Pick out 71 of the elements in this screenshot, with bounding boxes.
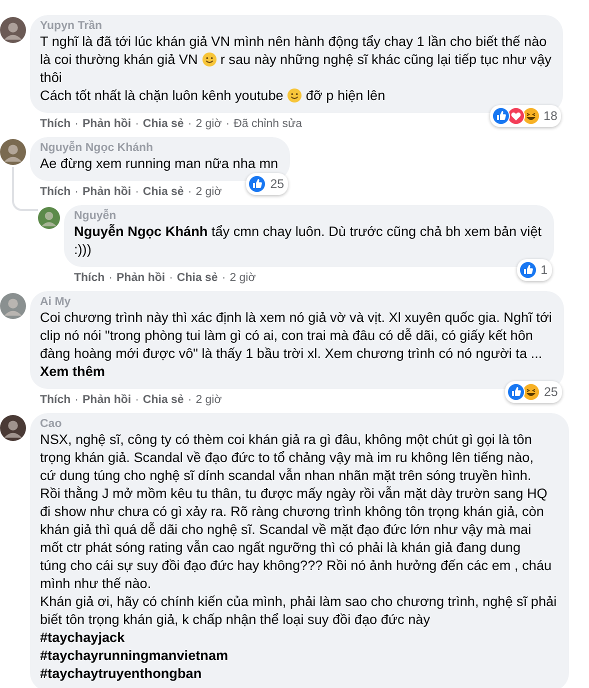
comment-text: là coi thường khán giả VN [40, 52, 199, 67]
separator-dot: · [188, 118, 192, 130]
comment-text: Cách tốt nhất là chặn luôn kênh youtube [40, 88, 284, 103]
comment-meta: Đã chỉnh sửa [234, 118, 302, 130]
separator-dot: · [222, 272, 226, 284]
action-link[interactable]: Chia sẻ [142, 186, 184, 198]
separator-dot: · [74, 394, 79, 406]
comment-meta: 2 giờ [196, 186, 222, 198]
comment-text: đỡ p hiện lên [304, 88, 386, 103]
comment-text: đi show như chưa có gì xảy ra. Rõ ràng chương trình không tôn trọng khán giả, còn [40, 504, 544, 519]
reaction-count: 1 [540, 262, 548, 278]
action-link[interactable]: Phản hồi [82, 394, 132, 406]
comment-text: NSX, nghệ sĩ, công ty có thèm coi khán giả ra gì đâu, không một chút gì gọi là tôn [40, 432, 532, 447]
comment-text: clip nó nói "trong phòng tui làm gì có ai, con trai mà đâu có dễ dãi, có giấy kết hôn [40, 328, 533, 343]
comment-text: khán giả thì quá dễ dãi cho nghệ sĩ. Scandal về mặt đạo đức lớn như vậy mà mai [40, 522, 532, 537]
comment-text: biết tôn trọng khán giả, k chấp nhận thể loại suy đồi đạo đức này [40, 612, 430, 627]
reaction-badge[interactable]: 1 [516, 259, 552, 281]
separator-dot: · [135, 118, 139, 130]
comment-text: mốt ctr phát sóng rating vẫn cao ngất ngưỡng thì có phải là khán giả đang dung [40, 540, 521, 555]
separator-dot: · [108, 272, 113, 284]
comment-meta: 2 giờ [196, 118, 222, 130]
comment-text: Khán giả ơi, hãy có chính kiến của mình, phải làm sao cho chương trình, nghệ sĩ phải [40, 594, 557, 609]
comment-text: đàng hoàng mới được vô" là thấy 1 bầu trời xl. Xem chương trình có nó người ta ... [40, 346, 542, 361]
separator-dot: · [135, 394, 139, 406]
action-link[interactable]: Thích [40, 186, 71, 198]
hashtag-link[interactable]: #taychayjack [40, 630, 125, 645]
see-more-link[interactable]: Xem thêm [40, 364, 105, 379]
action-link[interactable]: Phản hồi [116, 272, 166, 284]
comment-meta: 2 giờ [196, 394, 222, 406]
comment-text: mình như thế nào. [40, 576, 152, 591]
action-link[interactable]: Chia sẻ [176, 272, 218, 284]
comment-text: tẩy cmn chay luôn. Dù trước cũng chả bh xem bản việt [210, 224, 542, 239]
reaction-badge[interactable]: 25 [246, 173, 288, 195]
avatar-icon[interactable] [0, 415, 26, 441]
reaction-count: 25 [270, 176, 284, 192]
comment-text: thôi [40, 70, 62, 85]
separator-dot: · [188, 394, 192, 406]
separator-dot: · [169, 272, 173, 284]
comment-text: trọng khán giả. Scandal về đạo đức to tổ chảng vậy mà im ru không lên tiếng nào, [40, 450, 534, 465]
action-link[interactable]: Phản hồi [82, 118, 132, 130]
mention-link[interactable]: Nguyễn Ngọc Khánh [74, 224, 208, 239]
comment-text: Coi chương trình này thì xác định là xem nó giả vờ và vịt. Xl xuyên quốc gia. Nghĩ tới [40, 310, 552, 325]
comment-text: Rồi thằng J mở mồm kêu tu thân, tu được mấy ngày rồi vẫn mặt dày trườn sang HQ [40, 486, 548, 501]
reaction-badge[interactable]: 25 [504, 381, 562, 403]
avatar-icon[interactable] [0, 17, 26, 43]
comment-text: r sau này những nghệ sĩ khác cũng lại tiếp tục như vậy [219, 52, 552, 67]
comment-text: T nghĩ là đã tới lúc khán giả VN mình nên hành động tẩy chay 1 lần cho biết thế nào [40, 34, 547, 49]
smiley-icon [287, 88, 302, 103]
action-link[interactable]: Thích [74, 272, 105, 284]
action-link[interactable]: Chia sẻ [142, 394, 184, 406]
comment-text: Ae đừng xem running man nữa nha mn [40, 156, 278, 171]
separator-dot: · [226, 118, 230, 130]
comment-meta: 2 giờ [230, 272, 256, 284]
hashtag-link[interactable]: #taychayrunningmanvietnam [40, 648, 228, 663]
action-link[interactable]: Phản hồi [82, 186, 132, 198]
action-link[interactable]: Thích [40, 118, 71, 130]
reaction-count: 18 [544, 108, 558, 124]
separator-dot: · [135, 186, 139, 198]
separator-dot: · [74, 186, 79, 198]
comment-text: túng cho cái sự suy đồi đạo đức hay không??? Rồi nó ảnh hưởng đến các em , cháu [40, 558, 552, 573]
action-link[interactable]: Thích [40, 394, 71, 406]
reaction-count: 25 [544, 384, 558, 400]
hashtag-link[interactable]: #taychaytruyenthongban [40, 666, 202, 681]
separator-dot: · [188, 186, 192, 198]
reaction-badge[interactable]: 18 [490, 105, 562, 127]
avatar-icon[interactable] [0, 139, 26, 165]
smiley-icon [202, 52, 217, 67]
separator-dot: · [74, 118, 79, 130]
comment-text: :))) [74, 242, 92, 257]
comment-text: cứ dung túng cho nghệ sĩ dính scandal vẫn nhan nhãn mặt trên sóng truyền hình. [40, 468, 532, 483]
action-link[interactable]: Chia sẻ [142, 118, 184, 130]
